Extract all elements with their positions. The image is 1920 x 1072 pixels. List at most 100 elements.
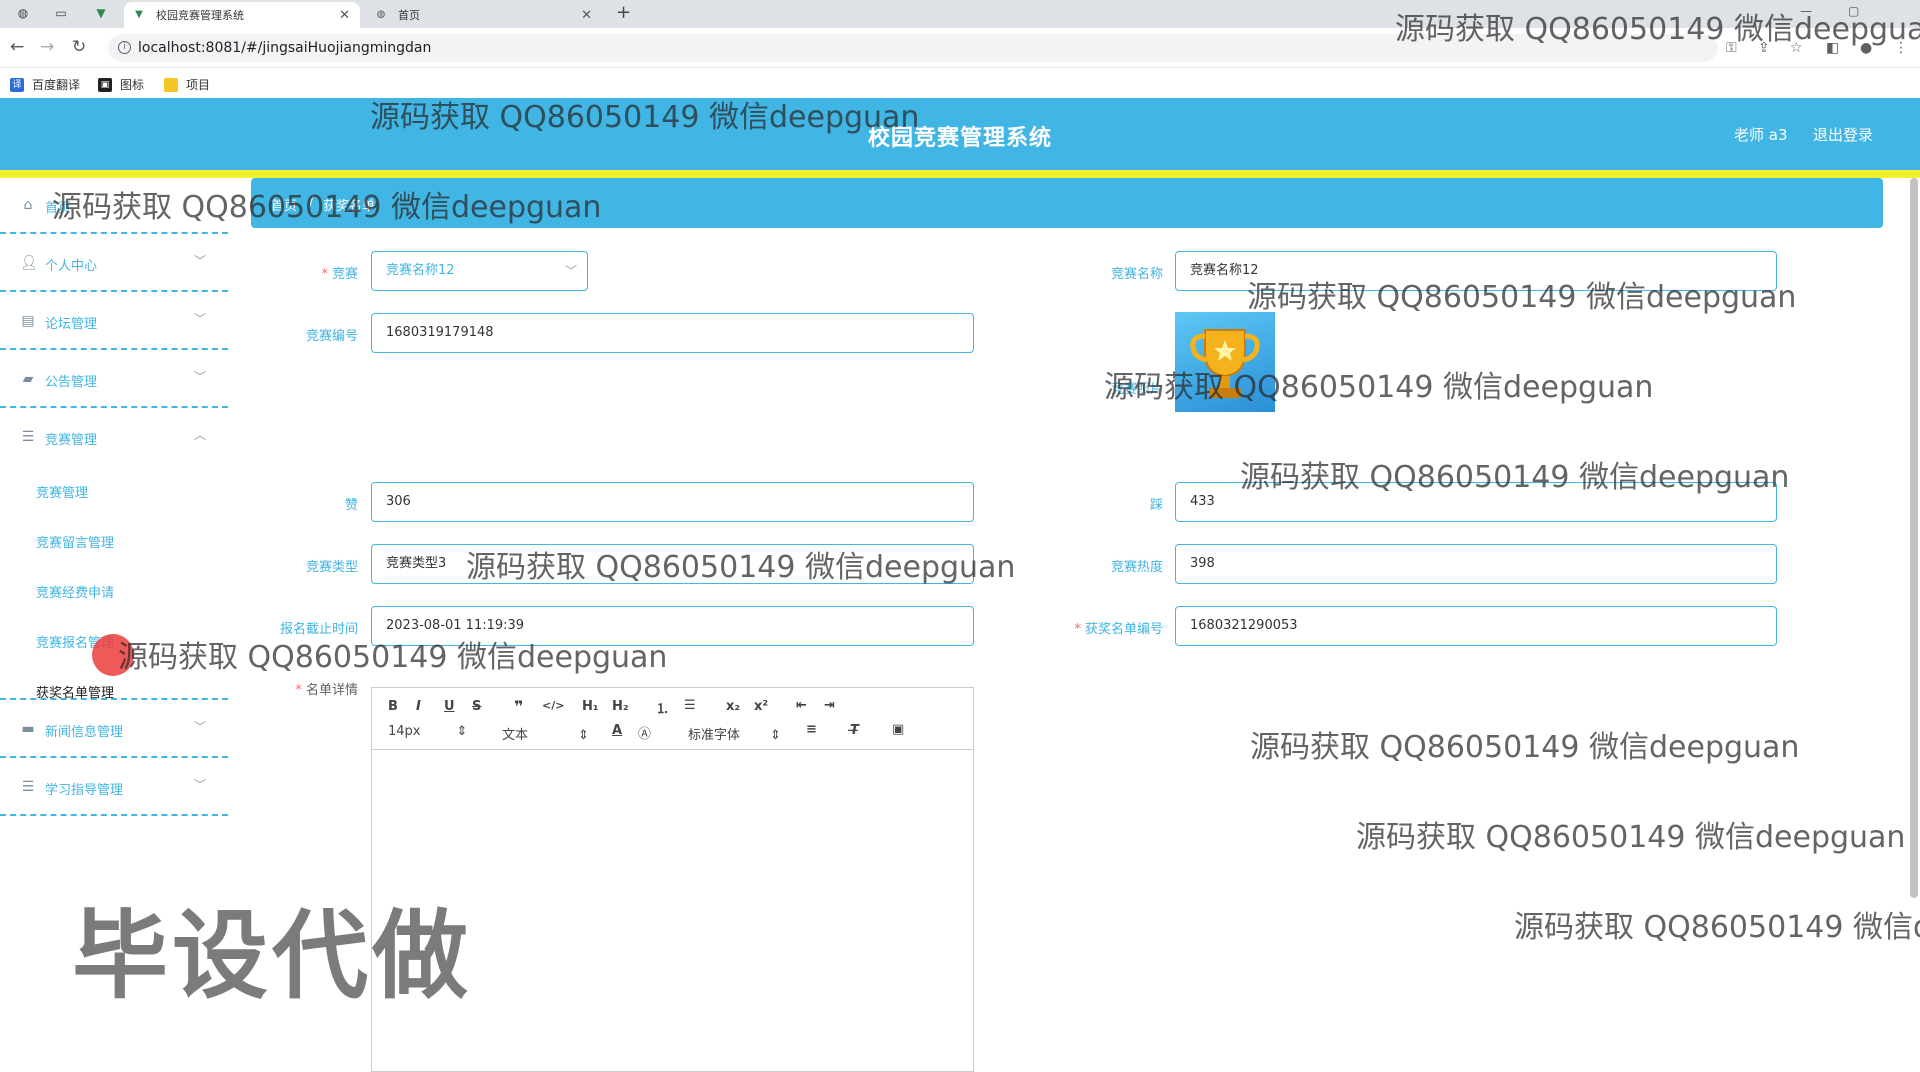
globe-icon[interactable]: ◍ xyxy=(14,5,32,21)
code-icon[interactable]: </> xyxy=(542,699,564,712)
submenu-award-list[interactable]: 获奖名单管理 xyxy=(36,682,114,701)
font-color-icon[interactable]: A xyxy=(612,723,622,738)
chevron-down-icon: ﹀ xyxy=(193,254,206,268)
chat-icon: ▬ xyxy=(21,721,35,737)
watermark-text: 源码获取 QQ86050149 微信deepguan xyxy=(1247,280,1797,315)
reload-icon[interactable]: ↻ xyxy=(72,37,86,57)
editor-toolbar: B I U S ❞ </> H₁ H₂ ⒈ ☰ x₂ x² ⇤ ⇥ 14px ⇕ … xyxy=(372,688,973,750)
watermark-big: 毕设代做 xyxy=(72,900,472,1012)
heading1-icon[interactable]: H₁ xyxy=(582,699,599,714)
home-icon: ⌂ xyxy=(23,197,33,213)
bookmark-project[interactable]: 项目 xyxy=(164,76,210,93)
zan-field[interactable]: 306 xyxy=(371,482,974,522)
bullet-list-icon[interactable]: ☰ xyxy=(684,698,696,713)
new-tab-button[interactable]: + xyxy=(616,2,631,23)
jingsai-uuid-field[interactable]: 1680319179148 xyxy=(371,313,974,353)
watermark-text: 源码获取 QQ86050149 微信deepguar xyxy=(1395,12,1920,47)
ordered-list-icon[interactable]: ⒈ xyxy=(656,698,669,717)
label-award-uuid: * 获奖名单编号 xyxy=(1074,622,1163,637)
text-style-value: 文本 xyxy=(502,728,529,743)
tab-title: 校园竞赛管理系统 xyxy=(156,9,244,22)
logout-link[interactable]: 退出登录 xyxy=(1813,124,1873,145)
updown-icon: ⇕ xyxy=(770,728,781,743)
blank-tab-icon[interactable]: ▭ xyxy=(52,5,70,21)
background-color-icon[interactable]: Ⓐ xyxy=(638,723,651,742)
watermark-text: 源码获取 QQ86050149 微信deepguan xyxy=(370,100,920,135)
bookmark-icons[interactable]: ▣ 图标 xyxy=(98,76,144,93)
sidebar-item-label: 竞赛管理 xyxy=(45,433,98,448)
label-zan: 赞 xyxy=(344,498,358,513)
screen: ◍ ▭ ▼ ▼ 校园竞赛管理系统 ✕ ◍ 首页 ✕ + — ▢ ← → ↻ i … xyxy=(0,0,1920,1072)
updown-icon: ⇕ xyxy=(578,728,589,743)
clear-format-icon[interactable]: T̶ xyxy=(850,723,859,738)
chevron-down-icon: ﹀ xyxy=(193,370,206,384)
blockquote-icon[interactable]: ❞ xyxy=(514,697,523,716)
award-uuid-field[interactable]: 1680321290053 xyxy=(1175,606,1777,646)
forward-icon[interactable]: → xyxy=(40,37,54,57)
folder-icon xyxy=(164,77,178,92)
submenu-competition-funding[interactable]: 竞赛经费申请 xyxy=(36,582,114,601)
italic-icon[interactable]: I xyxy=(416,699,421,714)
watermark-text: 源码获取 QQ86050149 微信d xyxy=(1514,910,1920,945)
label-cai: 踩 xyxy=(1149,498,1163,513)
sidebar-item-label: 新闻信息管理 xyxy=(45,725,124,740)
chevron-down-icon: ﹀ xyxy=(564,264,577,278)
vue-icon[interactable]: ▼ xyxy=(92,5,110,21)
bookmark-baidu-translate[interactable]: 译 百度翻译 xyxy=(10,76,80,93)
info-icon[interactable]: i xyxy=(118,41,131,54)
label-hot: 竞赛热度 xyxy=(1110,560,1163,575)
watermark-text: 源码获取 QQ86050149 微信deepguan xyxy=(52,190,602,225)
list-icon: ☰ xyxy=(21,429,35,445)
sidebar-item-study[interactable]: ☰ 学习指导管理 ﹀ xyxy=(0,760,228,816)
header-divider xyxy=(0,170,1920,178)
submenu-competition[interactable]: 竞赛管理 xyxy=(36,482,88,501)
translate-icon: 译 xyxy=(10,77,24,92)
font-size-value: 14px xyxy=(388,724,421,739)
sidebar-item-profile[interactable]: 👤︎ 个人中心 ﹀ xyxy=(0,236,228,292)
select-value: 竞赛名称12 xyxy=(386,263,455,278)
bold-icon[interactable]: B xyxy=(388,699,398,714)
user-icon: 👤︎ xyxy=(20,255,38,271)
chevron-up-icon: ︿ xyxy=(193,428,206,442)
back-icon[interactable]: ← xyxy=(10,37,24,57)
bookmark-label: 百度翻译 xyxy=(32,78,81,92)
bookmark-label: 图标 xyxy=(120,78,145,92)
image-icon: ▣ xyxy=(98,77,112,92)
chevron-down-icon: ﹀ xyxy=(193,778,206,792)
underline-icon[interactable]: U xyxy=(444,699,455,714)
globe-icon: ◍ xyxy=(376,9,386,20)
sidebar-item-forum[interactable]: ▤ 论坛管理 ﹀ xyxy=(0,294,228,350)
superscript-icon[interactable]: x² xyxy=(754,699,768,714)
close-icon[interactable]: ✕ xyxy=(581,8,592,23)
sidebar-item-notice[interactable]: ▰ 公告管理 ﹀ xyxy=(0,352,228,408)
submenu-competition-comments[interactable]: 竞赛留言管理 xyxy=(36,532,114,551)
font-family-picker[interactable]: 标准字体 ⇕ xyxy=(688,724,781,743)
text-style-picker[interactable]: 文本 ⇕ xyxy=(502,724,589,743)
subscript-icon[interactable]: x₂ xyxy=(726,699,740,714)
label-jingsai: * 竞赛 xyxy=(321,267,358,282)
font-family-value: 标准字体 xyxy=(688,728,741,743)
watermark-text: 源码获取 QQ86050149 微信deepguan xyxy=(1240,460,1790,495)
outdent-icon[interactable]: ⇤ xyxy=(796,698,807,713)
image-icon[interactable]: ▣ xyxy=(892,722,904,737)
watermark-text: 源码获取 QQ86050149 微信deepguan xyxy=(118,640,668,675)
watermark-text: 源码获取 QQ86050149 微信deepguan xyxy=(1104,370,1654,405)
jingsai-select[interactable]: 竞赛名称12 ﹀ xyxy=(371,251,588,291)
heading2-icon[interactable]: H₂ xyxy=(612,699,629,714)
sidebar-item-news[interactable]: ▬ 新闻信息管理 ﹀ xyxy=(0,702,228,758)
font-size-picker[interactable]: 14px ⇕ xyxy=(388,724,467,739)
vue-icon: ▼ xyxy=(135,9,143,20)
sidebar-item-label: 公告管理 xyxy=(45,375,98,390)
indent-icon[interactable]: ⇥ xyxy=(824,698,835,713)
strike-icon[interactable]: S xyxy=(472,699,481,714)
close-icon[interactable]: ✕ xyxy=(339,8,350,23)
tab-active[interactable]: ▼ 校园竞赛管理系统 ✕ xyxy=(124,2,360,28)
sidebar-item-label: 个人中心 xyxy=(45,259,98,274)
tab-home[interactable]: ◍ 首页 ✕ xyxy=(366,2,602,28)
page-scrollbar[interactable] xyxy=(1910,178,1918,898)
align-icon[interactable]: ≡ xyxy=(806,722,817,737)
bookmark-label: 项目 xyxy=(186,78,211,92)
app-header: 校园竞赛管理系统 老师 a3 退出登录 xyxy=(0,98,1920,170)
watermark-text: 源码获取 QQ86050149 微信deepguan xyxy=(1250,730,1800,765)
hot-field[interactable]: 398 xyxy=(1175,544,1777,584)
